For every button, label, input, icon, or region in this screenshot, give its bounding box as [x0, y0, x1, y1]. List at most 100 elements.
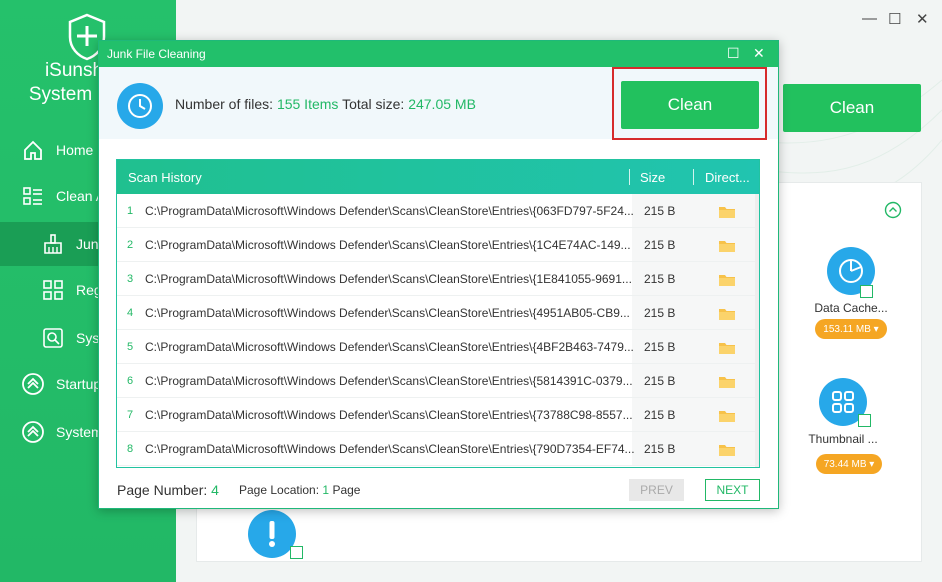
broom-icon	[40, 231, 66, 257]
page-number-label: Page Number:	[117, 482, 208, 498]
row-path: C:\ProgramData\Microsoft\Windows Defende…	[145, 374, 633, 388]
row-size: 215 B	[644, 204, 676, 218]
system-search-icon	[40, 325, 66, 351]
junk-cleaning-dialog: Junk File Cleaning ☐ ✕ Number of files: …	[98, 40, 779, 509]
row-size: 215 B	[644, 272, 676, 286]
clean-list-icon	[20, 183, 46, 209]
row-size: 215 B	[644, 306, 676, 320]
row-path: C:\ProgramData\Microsoft\Windows Defende…	[145, 238, 631, 252]
row-path: C:\ProgramData\Microsoft\Windows Defende…	[145, 204, 634, 218]
folder-icon[interactable]	[718, 409, 736, 426]
row-number: 1	[127, 205, 134, 217]
main-clean-button[interactable]: Clean	[783, 84, 921, 132]
header-separator	[693, 169, 694, 185]
header-separator	[629, 169, 630, 185]
sidebar-item-label: Startup	[56, 376, 102, 392]
size-value: 153.11 MB	[823, 323, 871, 335]
page-location-label: Page Location:	[239, 483, 320, 497]
row-size: 215 B	[644, 374, 676, 388]
checkbox-icon[interactable]	[858, 414, 871, 427]
dialog-maximize-icon[interactable]: ☐	[727, 45, 740, 62]
scan-history-table: Scan History Size Direct... 1 C:\ProgramD…	[116, 159, 760, 468]
page-number-value: 4	[211, 482, 219, 498]
page-location-value: 1	[322, 483, 330, 497]
prev-button[interactable]: PREV	[629, 479, 684, 501]
folder-icon[interactable]	[718, 239, 736, 256]
table-header: Scan History Size Direct...	[117, 160, 759, 194]
files-value: 155 Items	[276, 96, 339, 112]
dialog-title: Junk File Cleaning	[107, 47, 206, 61]
row-number: 7	[127, 409, 134, 421]
category-label: Data Cache...	[814, 301, 888, 315]
next-button[interactable]: NEXT	[705, 479, 760, 501]
close-button[interactable]: ✕	[916, 10, 929, 28]
category-label: Thumbnail ...	[808, 432, 878, 446]
folder-icon[interactable]	[718, 205, 736, 222]
clock-icon	[117, 83, 163, 129]
system-icon	[20, 419, 46, 445]
row-size: 215 B	[644, 442, 676, 456]
dialog-close-icon[interactable]: ✕	[753, 45, 765, 62]
dialog-title-bar: Junk File Cleaning ☐ ✕	[99, 41, 778, 67]
size-label: Total size:	[342, 96, 405, 112]
row-number: 3	[127, 273, 134, 285]
row-path: C:\ProgramData\Microsoft\Windows Defende…	[145, 442, 635, 456]
table-row[interactable]: 5 C:\ProgramData\Microsoft\Windows Defend…	[117, 330, 759, 364]
row-path: C:\ProgramData\Microsoft\Windows Defende…	[145, 408, 633, 422]
row-number: 5	[127, 341, 134, 353]
sidebar-item-label: System	[56, 424, 103, 440]
category-warning[interactable]	[248, 510, 303, 559]
size-dropdown[interactable]: 73.44 MB ▾	[815, 454, 883, 474]
header-directory[interactable]: Direct...	[705, 170, 750, 185]
table-row[interactable]: 8 C:\ProgramData\Microsoft\Windows Defend…	[117, 432, 759, 466]
maximize-button[interactable]: ☐	[888, 10, 901, 28]
size-value: 247.05 MB	[408, 96, 476, 112]
row-number: 2	[127, 239, 134, 251]
exclamation-icon	[248, 510, 296, 558]
folder-icon[interactable]	[718, 273, 736, 290]
row-size: 215 B	[644, 238, 676, 252]
header-scan-history[interactable]: Scan History	[128, 170, 202, 185]
table-body: 1 C:\ProgramData\Microsoft\Windows Defend…	[117, 194, 759, 466]
folder-icon[interactable]	[718, 307, 736, 324]
size-dropdown[interactable]: 153.11 MB ▾	[815, 319, 887, 339]
row-path: C:\ProgramData\Microsoft\Windows Defende…	[145, 340, 634, 354]
dialog-clean-button[interactable]: Clean	[621, 81, 759, 129]
registry-icon	[40, 277, 66, 303]
table-row[interactable]: 2 C:\ProgramData\Microsoft\Windows Defend…	[117, 228, 759, 262]
category-data-cache[interactable]: Data Cache... 153.11 MB ▾	[796, 247, 906, 339]
folder-icon[interactable]	[718, 443, 736, 460]
row-size: 215 B	[644, 408, 676, 422]
page-location: Page Location: 1 Page	[239, 483, 360, 497]
row-size: 215 B	[644, 340, 676, 354]
table-scrollbar[interactable]	[755, 194, 759, 467]
row-path: C:\ProgramData\Microsoft\Windows Defende…	[145, 272, 632, 286]
sidebar-item-label: Sys	[76, 330, 100, 346]
summary-text: Number of files: 155 Items Total size: 2…	[175, 96, 476, 112]
folder-icon[interactable]	[718, 341, 736, 358]
page-number: Page Number: 4	[117, 482, 219, 498]
row-number: 6	[127, 375, 134, 387]
row-number: 4	[127, 307, 134, 319]
header-size[interactable]: Size	[640, 170, 665, 185]
chevron-up-icon[interactable]	[884, 201, 902, 222]
size-value: 73.44 MB	[823, 458, 867, 470]
table-row[interactable]: 7 C:\ProgramData\Microsoft\Windows Defend…	[117, 398, 759, 432]
home-icon	[20, 137, 46, 163]
startup-icon	[20, 371, 46, 397]
page-location-suffix: Page	[332, 483, 361, 497]
table-row[interactable]: 3 C:\ProgramData\Microsoft\Windows Defend…	[117, 262, 759, 296]
row-path: C:\ProgramData\Microsoft\Windows Defende…	[145, 306, 630, 320]
minimize-button[interactable]: —	[862, 10, 877, 27]
row-number: 8	[127, 443, 134, 455]
checkbox-icon[interactable]	[860, 285, 873, 298]
table-row[interactable]: 4 C:\ProgramData\Microsoft\Windows Defend…	[117, 296, 759, 330]
pager: Page Number: 4 Page Location: 1 Page PRE…	[117, 479, 761, 503]
table-row[interactable]: 1 C:\ProgramData\Microsoft\Windows Defend…	[117, 194, 759, 228]
sidebar-item-label: Home	[56, 142, 94, 158]
folder-icon[interactable]	[718, 375, 736, 392]
checkbox-icon[interactable]	[290, 546, 303, 559]
files-label: Number of files:	[175, 96, 274, 112]
category-thumbnail[interactable]: Thumbnail ... 73.44 MB ▾	[788, 378, 898, 474]
table-row[interactable]: 6 C:\ProgramData\Microsoft\Windows Defend…	[117, 364, 759, 398]
